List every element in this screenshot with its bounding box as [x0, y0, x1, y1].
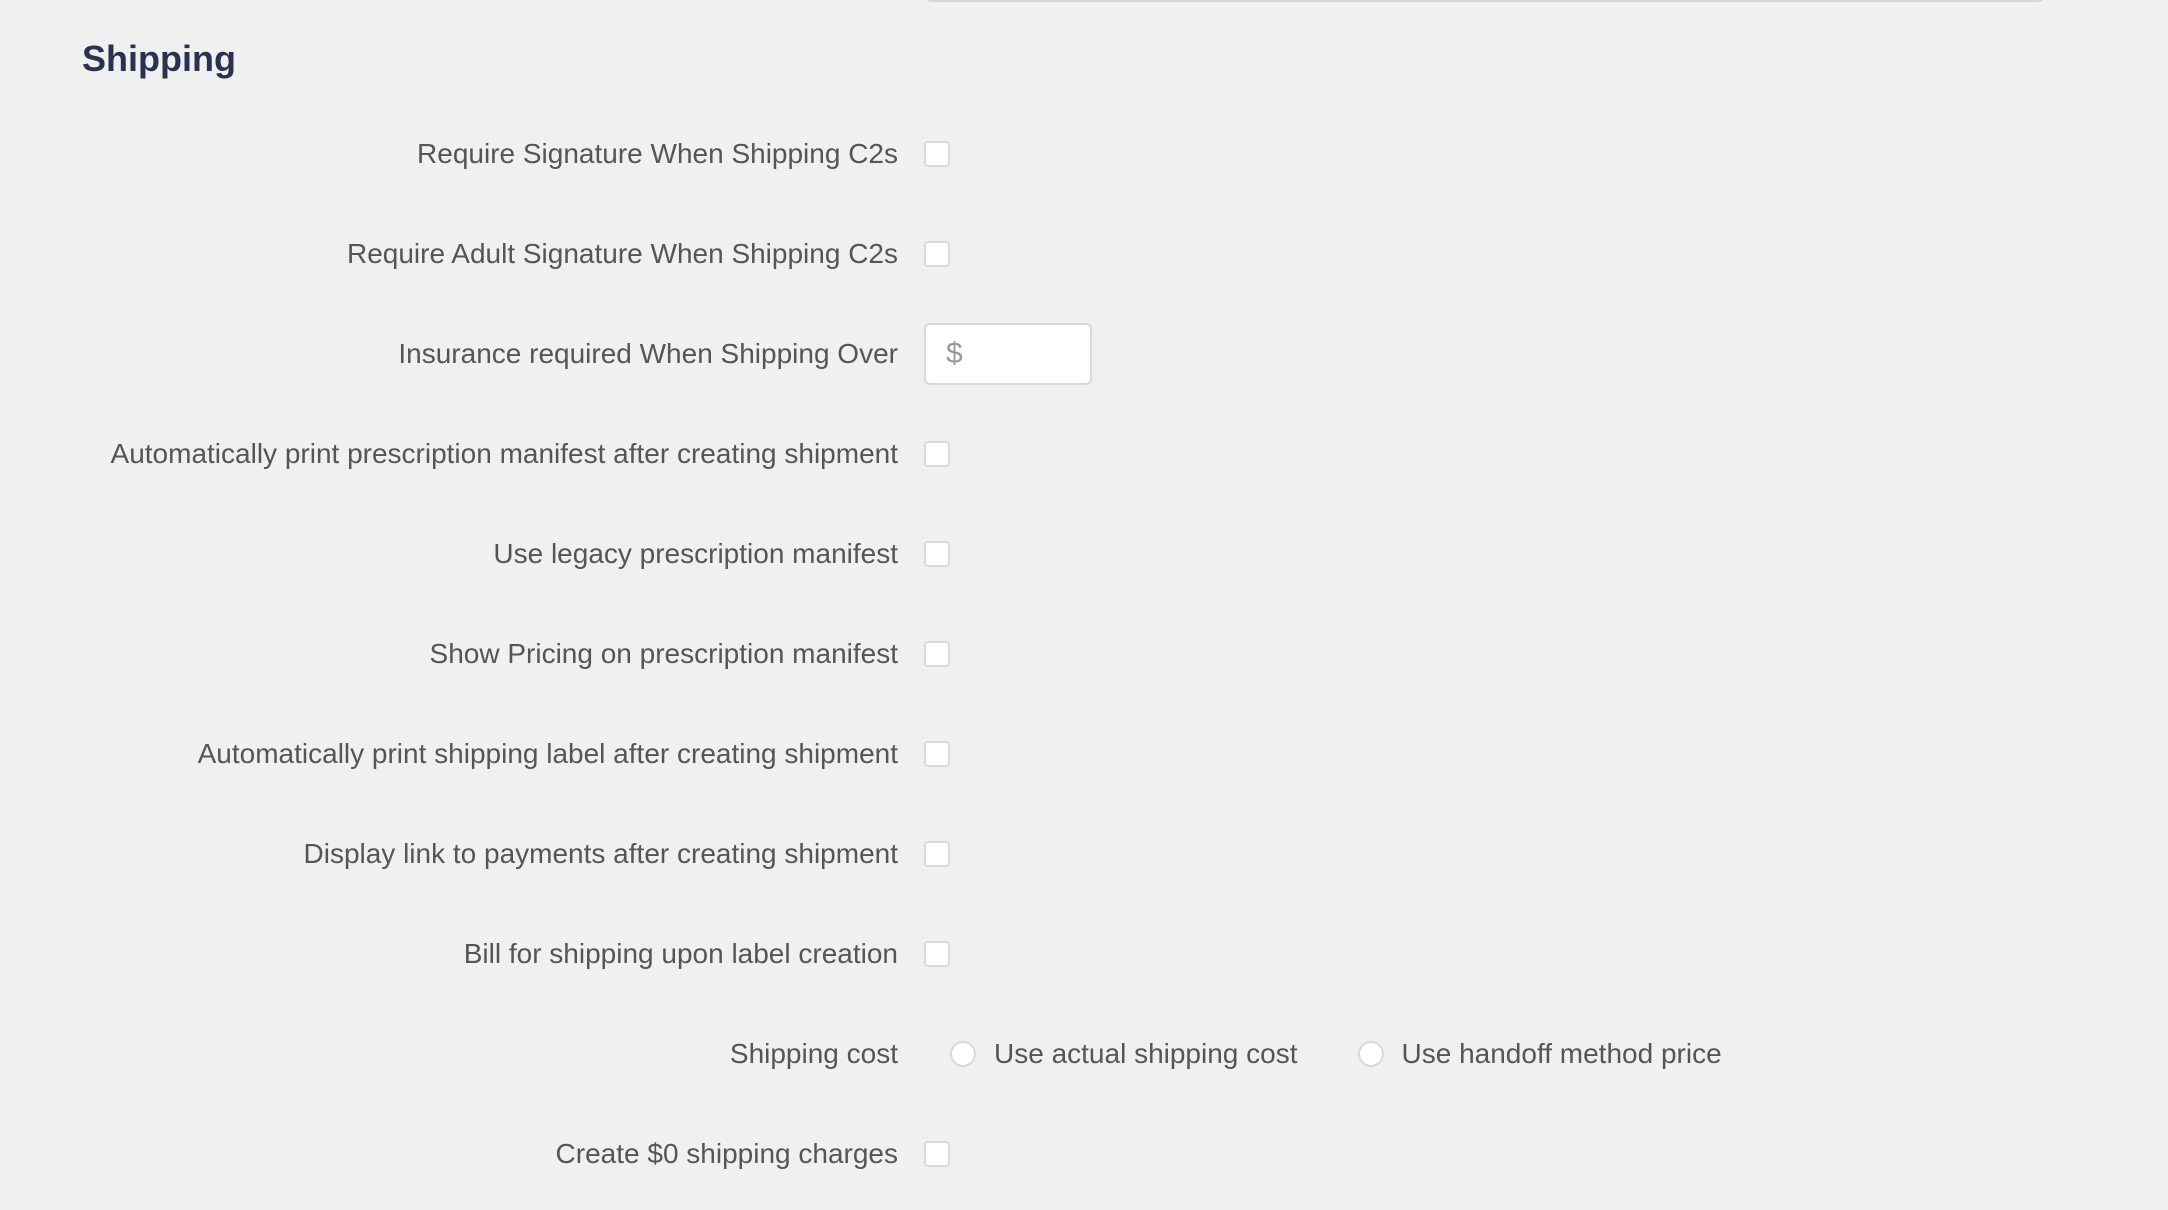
setting-label: Insurance required When Shipping Over — [398, 338, 898, 369]
auto-print-manifest-checkbox[interactable] — [924, 441, 950, 467]
actual-cost-radio[interactable] — [950, 1041, 976, 1067]
setting-row-show-pricing-manifest: Show Pricing on prescription manifest — [0, 624, 2168, 684]
setting-label: Require Adult Signature When Shipping C2… — [346, 238, 898, 269]
display-payments-link-checkbox[interactable] — [924, 841, 950, 867]
setting-row-bill-on-label: Bill for shipping upon label creation — [0, 924, 2168, 984]
zero-charges-checkbox[interactable] — [924, 1141, 950, 1167]
setting-row-require-signature: Require Signature When Shipping C2s — [0, 124, 2168, 184]
previous-field-edge[interactable] — [924, 0, 2046, 2]
setting-row-display-payments-link: Display link to payments after creating … — [0, 824, 2168, 884]
shipping-cost-radio-group: Use actual shipping cost Use handoff met… — [950, 1024, 1722, 1084]
setting-row-zero-charges: Create $0 shipping charges — [0, 1124, 2168, 1184]
settings-page: Shipping Require Signature When Shipping… — [0, 0, 2168, 1210]
bill-on-label-checkbox[interactable] — [924, 941, 950, 967]
setting-row-auto-print-manifest: Automatically print prescription manifes… — [0, 424, 2168, 484]
show-pricing-manifest-checkbox[interactable] — [924, 641, 950, 667]
insurance-amount-input[interactable] — [972, 333, 1082, 375]
insurance-amount-field[interactable]: $ — [924, 323, 1092, 385]
setting-label: Display link to payments after creating … — [303, 838, 899, 869]
require-adult-signature-checkbox[interactable] — [924, 241, 950, 267]
setting-row-legacy-manifest: Use legacy prescription manifest — [0, 524, 2168, 584]
setting-row-shipping-cost: Shipping cost Use actual shipping cost U… — [0, 1024, 2168, 1084]
setting-label: Shipping cost — [729, 1038, 898, 1069]
setting-row-auto-print-label: Automatically print shipping label after… — [0, 724, 2168, 784]
setting-label: Automatically print shipping label after… — [197, 738, 898, 769]
auto-print-label-checkbox[interactable] — [924, 741, 950, 767]
setting-label: Require Signature When Shipping C2s — [417, 138, 898, 169]
radio-option-actual-cost[interactable]: Use actual shipping cost — [950, 1038, 1298, 1070]
radio-label: Use handoff method price — [1401, 1038, 1722, 1069]
setting-label: Automatically print prescription manifes… — [110, 438, 898, 469]
radio-label: Use actual shipping cost — [994, 1038, 1298, 1069]
section-title: Shipping — [82, 38, 236, 79]
dollar-sign-icon: $ — [946, 337, 963, 370]
setting-label: Bill for shipping upon label creation — [463, 938, 898, 969]
handoff-price-radio[interactable] — [1357, 1041, 1384, 1067]
setting-row-insurance-over: Insurance required When Shipping Over $ — [0, 323, 2168, 385]
legacy-manifest-checkbox[interactable] — [924, 541, 950, 567]
require-signature-checkbox[interactable] — [924, 141, 950, 167]
setting-row-require-adult-signature: Require Adult Signature When Shipping C2… — [0, 224, 2168, 284]
setting-label: Show Pricing on prescription manifest — [429, 638, 898, 669]
setting-label: Use legacy prescription manifest — [493, 538, 898, 569]
setting-label: Create $0 shipping charges — [555, 1138, 898, 1169]
radio-option-handoff-price[interactable]: Use handoff method price — [1357, 1038, 1722, 1070]
